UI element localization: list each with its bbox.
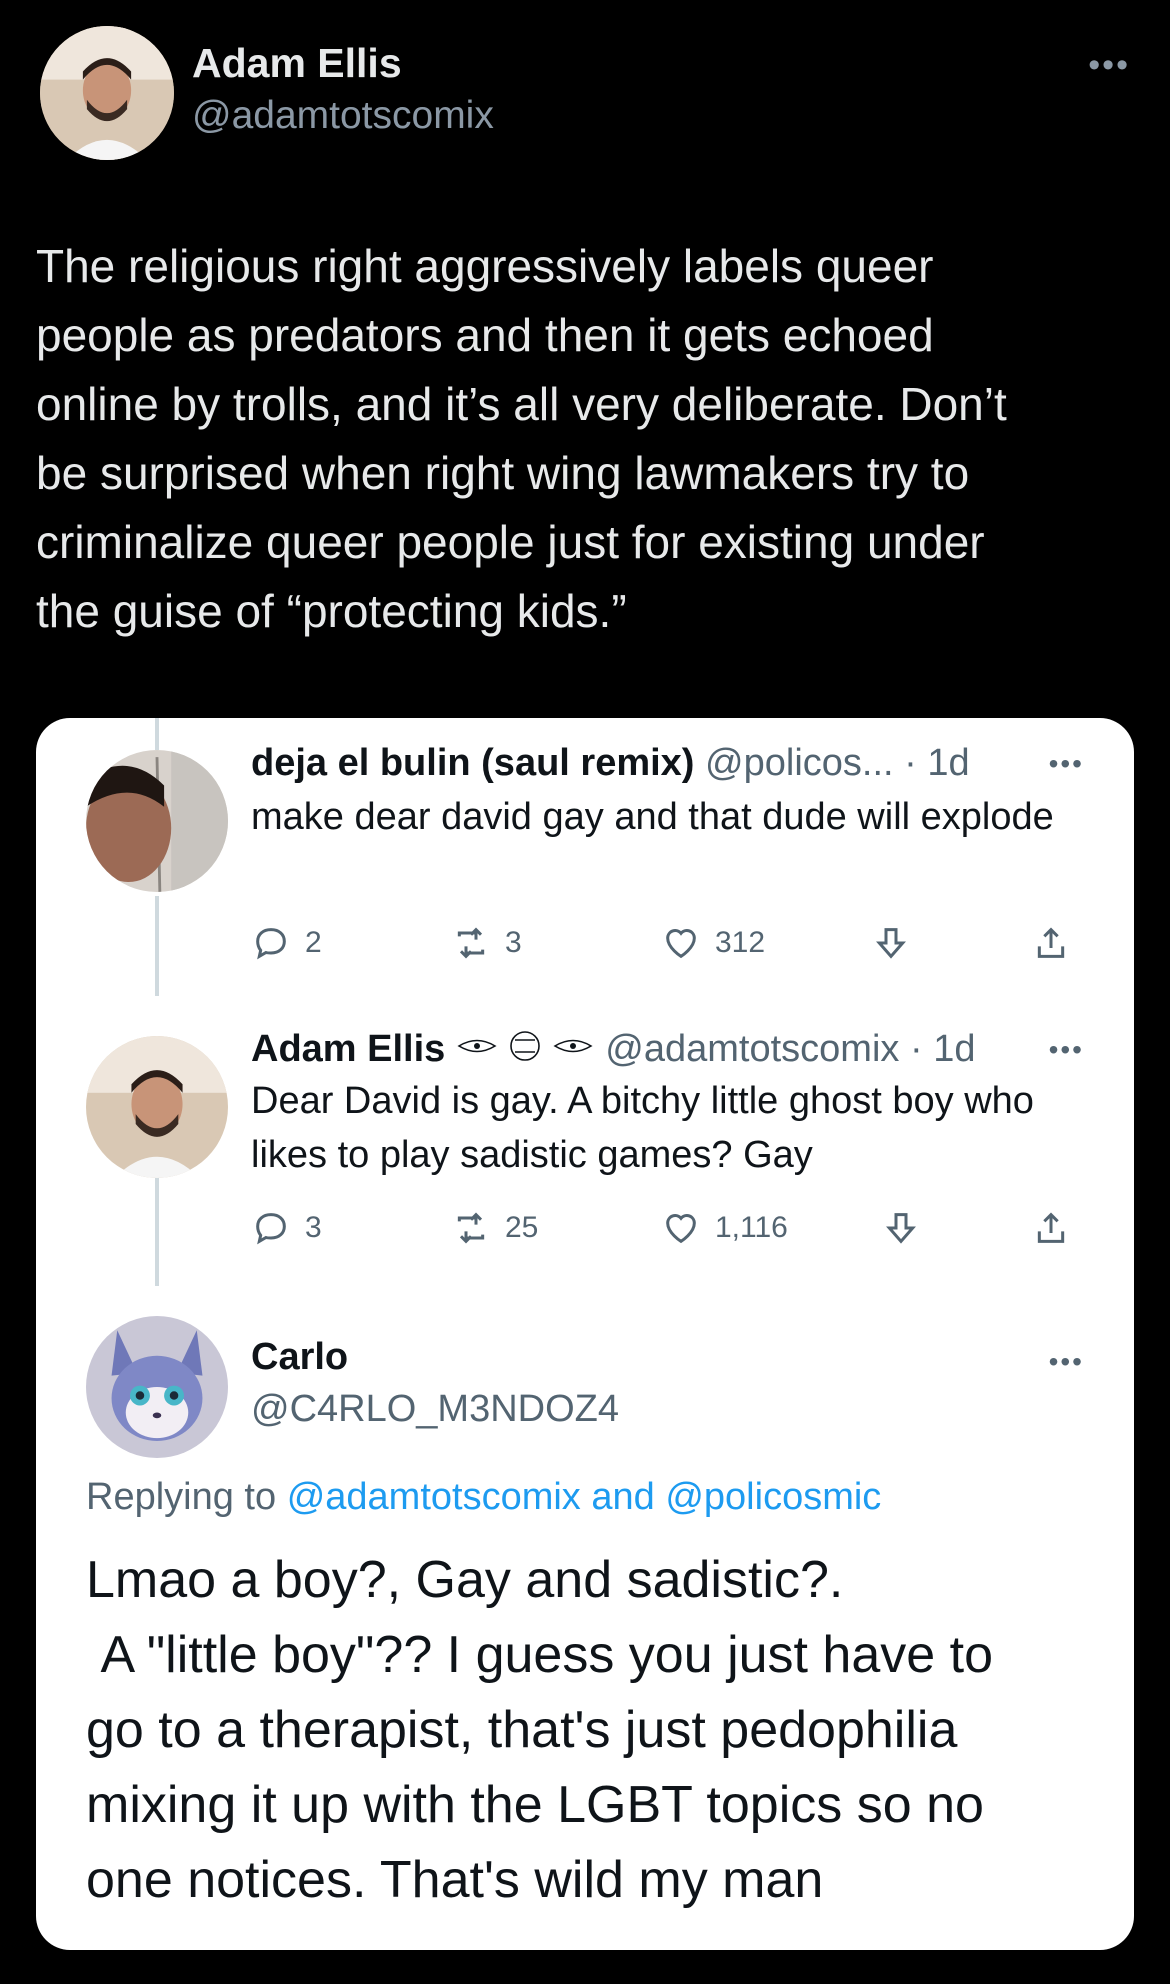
reply-count: 3 xyxy=(305,1211,322,1244)
main-reply-text: Lmao a boy?, Gay and sadistic?. A "littl… xyxy=(86,1551,994,1909)
reply-avatar[interactable] xyxy=(86,750,228,892)
like-count: 1,116 xyxy=(715,1211,788,1244)
retweet-icon xyxy=(457,927,485,959)
replying-user-link[interactable]: @policosmic xyxy=(665,1476,881,1518)
reply-header: deja el bulin (saul remix) @policos... ·… xyxy=(251,742,970,785)
share-button[interactable] xyxy=(1031,918,1071,968)
reply-timestamp: · 1d xyxy=(904,742,970,784)
reply-actions: 2 3 312 xyxy=(251,918,1081,968)
bookmark-arrow-icon xyxy=(876,928,906,959)
retweet-button[interactable]: 3 xyxy=(451,918,522,968)
reply-author-name[interactable]: Adam Ellis xyxy=(251,1028,445,1070)
bookmark-button[interactable] xyxy=(881,1203,921,1253)
reply-avatar[interactable] xyxy=(86,1316,228,1458)
replying-user-link[interactable]: @adamtotscomix xyxy=(287,1476,581,1518)
retweet-button[interactable]: 25 xyxy=(451,1203,538,1253)
bookmark-button[interactable] xyxy=(871,918,911,968)
avatar-portrait-icon xyxy=(40,26,174,160)
avatar-portrait-icon xyxy=(86,1036,228,1178)
like-button[interactable]: 312 xyxy=(661,918,765,968)
author-name[interactable]: Adam Ellis xyxy=(192,40,402,87)
reply-author-handle[interactable]: @adamtotscomix xyxy=(605,1028,899,1070)
reply-text: Dear David is gay. A bitchy little ghost… xyxy=(251,1080,1034,1176)
heart-icon xyxy=(666,1214,696,1244)
author-avatar[interactable] xyxy=(40,26,174,160)
thread-line xyxy=(155,1178,159,1286)
replying-to: Replying to @adamtotscomix and @policosm… xyxy=(86,1476,881,1519)
reply-more-icon[interactable]: ••• xyxy=(1049,748,1084,780)
tweet-text: The religious right aggressively labels … xyxy=(36,240,1007,637)
replying-and: and xyxy=(591,1476,655,1518)
reply-icon xyxy=(256,1213,286,1245)
reply-icon xyxy=(256,928,286,960)
main-reply-author-handle[interactable]: @C4RLO_M3NDOZ4 xyxy=(251,1388,619,1431)
heart-icon xyxy=(666,929,696,959)
reply-timestamp: · 1d xyxy=(909,1028,976,1070)
thread-line xyxy=(155,896,159,996)
replying-prefix: Replying to xyxy=(86,1476,277,1518)
reply-author-handle[interactable]: @policos... xyxy=(705,742,894,784)
retweet-count: 25 xyxy=(505,1211,539,1244)
main-reply-more-icon[interactable]: ••• xyxy=(1049,1346,1084,1378)
embedded-screenshot: deja el bulin (saul remix) @policos... ·… xyxy=(36,718,1134,1950)
avatar-cartoon-fox-icon xyxy=(86,1316,228,1458)
reply-actions: 3 25 1,116 xyxy=(251,1203,1081,1253)
thread-line xyxy=(155,718,159,750)
share-icon xyxy=(1037,927,1065,958)
tweet-author-row: Adam Ellis @adamtotscomix ••• xyxy=(40,26,1130,161)
reply-count: 2 xyxy=(305,926,322,959)
eye-emblem-icon xyxy=(455,1029,595,1073)
bookmark-arrow-icon xyxy=(886,1213,916,1244)
reply-avatar[interactable] xyxy=(86,1036,228,1178)
reply-text: make dear david gay and that dude will e… xyxy=(251,796,1054,838)
like-count: 312 xyxy=(715,926,766,959)
reply-button[interactable]: 3 xyxy=(251,1203,322,1253)
like-button[interactable]: 1,116 xyxy=(661,1203,788,1253)
reply-button[interactable]: 2 xyxy=(251,918,322,968)
author-handle[interactable]: @adamtotscomix xyxy=(192,94,494,138)
main-reply-author-name[interactable]: Carlo xyxy=(251,1336,348,1379)
retweet-icon xyxy=(457,1212,485,1244)
reply-more-icon[interactable]: ••• xyxy=(1049,1034,1084,1066)
share-icon xyxy=(1037,1212,1065,1243)
more-options-icon[interactable]: ••• xyxy=(1088,46,1130,85)
retweet-count: 3 xyxy=(505,926,522,959)
reply-author-name[interactable]: deja el bulin (saul remix) xyxy=(251,742,694,784)
avatar-photo-icon xyxy=(86,750,228,892)
share-button[interactable] xyxy=(1031,1203,1071,1253)
reply-header: Adam Ellis @adamtotscomix · 1d xyxy=(251,1028,975,1073)
